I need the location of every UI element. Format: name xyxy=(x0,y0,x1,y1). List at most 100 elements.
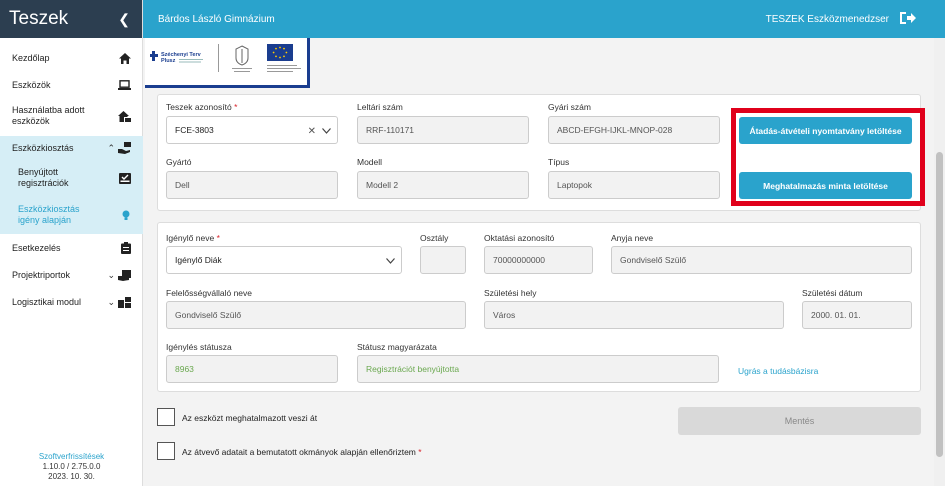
sidebar-footer: Szoftverfrissítések 1.10.0 / 2.75.0.0 20… xyxy=(0,452,143,482)
chevron-down-icon: ⌄ xyxy=(107,269,115,280)
birthdate-label: Születési dátum xyxy=(802,288,863,298)
inventory-number-value: RRF-110171 xyxy=(366,125,415,135)
save-button[interactable]: Mentés xyxy=(678,407,921,435)
status-description-label: Státusz magyarázata xyxy=(357,342,437,352)
manufacturer-label: Gyártó xyxy=(166,157,192,167)
logistics-icon xyxy=(117,296,131,308)
knowledge-base-link[interactable]: Ugrás a tudásbázisra xyxy=(738,366,818,376)
chevron-down-icon[interactable] xyxy=(386,256,395,267)
requester-name-label: Igénylő neve * xyxy=(166,233,220,243)
guardian-name-label: Felelősségvállaló neve xyxy=(166,288,252,298)
type-field: Laptopok xyxy=(548,171,720,199)
type-value: Laptopok xyxy=(557,180,592,190)
home-icon xyxy=(117,52,131,64)
inbox-check-icon xyxy=(117,172,131,184)
laptop-icon xyxy=(117,79,131,91)
request-status-label: Igénylés státusza xyxy=(166,342,232,352)
birthdate-value: 2000. 01. 01. xyxy=(811,310,861,320)
app-logo-title: Teszek xyxy=(9,8,69,29)
logout-icon[interactable] xyxy=(899,11,917,28)
serial-number-field: ABCD-EFGH-IJKL-MNOP-028 xyxy=(548,116,720,144)
sidebar-item-label: Benyújtott regisztrációk xyxy=(18,167,69,188)
requester-name-select[interactable]: Igénylő Diák xyxy=(166,246,402,274)
mother-name-value: Gondviselő Szülő xyxy=(620,255,687,265)
top-bar: Bárdos László Gimnázium TESZEK Eszközmen… xyxy=(143,0,945,38)
sidebar-item-home[interactable]: Kezdőlap xyxy=(0,49,143,67)
lightbulb-icon xyxy=(117,209,131,221)
device-id-select[interactable]: FCE-3803 ✕ xyxy=(166,116,338,144)
sidebar-item-label: Eszközök xyxy=(12,79,51,90)
class-field xyxy=(420,246,466,274)
sidebar-item-logistics[interactable]: Logisztikai modul ⌄ xyxy=(0,293,143,311)
guardian-name-value: Gondviselő Szülő xyxy=(175,310,242,320)
sidebar-header: Teszek ❮ xyxy=(0,0,142,38)
education-id-field: 70000000000 xyxy=(484,246,593,274)
clipboard-icon xyxy=(117,242,131,254)
mother-name-field: Gondviselő Szülő xyxy=(611,246,912,274)
sidebar-item-label: Eszközkiosztás igény alapján xyxy=(18,204,80,225)
birthplace-field: Város xyxy=(484,301,784,329)
sidebar-item-label: Projektriportok xyxy=(12,269,71,280)
manufacturer-field: Dell xyxy=(166,171,338,199)
class-label: Osztály xyxy=(420,233,449,243)
app-title: TESZEK Eszközmenedzser xyxy=(765,13,889,25)
serial-number-label: Gyári szám xyxy=(548,102,591,112)
sidebar-item-case-handling[interactable]: Esetkezelés xyxy=(0,239,143,257)
szechenyi-logo-text-2: Plusz xyxy=(161,58,176,64)
clear-icon[interactable]: ✕ xyxy=(308,126,316,137)
birthplace-value: Város xyxy=(493,310,516,320)
serial-number-value: ABCD-EFGH-IJKL-MNOP-028 xyxy=(557,125,673,135)
sidebar-item-devices-in-use[interactable]: Használatba adott eszközök xyxy=(0,104,143,128)
request-status-value: 8963 xyxy=(175,364,194,374)
device-id-value: FCE-3803 xyxy=(175,125,214,135)
version-text: 1.10.0 / 2.75.0.0 xyxy=(42,462,101,471)
sidebar-item-devices[interactable]: Eszközök xyxy=(0,76,143,94)
documents-verified-label: Az átvevő adatait a bemutatott okmányok … xyxy=(182,447,422,457)
sidebar-item-submitted-registrations[interactable]: Benyújtott regisztrációk xyxy=(0,160,143,196)
sidebar-item-label: Logisztikai modul xyxy=(12,296,82,307)
inventory-number-field: RRF-110171 xyxy=(357,116,529,144)
sidebar-item-device-allocation[interactable]: Eszközkiosztás ⌃ xyxy=(0,136,143,160)
szechenyi-logo: Széchenyi Terv Plusz xyxy=(150,48,210,70)
logo-divider xyxy=(218,44,219,72)
funding-logos: Széchenyi Terv Plusz xyxy=(145,38,310,88)
sidebar-item-label: Esetkezelés xyxy=(12,242,61,253)
guardian-name-field: Gondviselő Szülő xyxy=(166,301,466,329)
education-id-value: 70000000000 xyxy=(493,255,546,265)
status-description-value: Regisztrációt benyújtotta xyxy=(366,364,460,374)
status-description-field: Regisztrációt benyújtotta xyxy=(357,355,719,383)
sidebar-item-label: Eszközkiosztás xyxy=(12,142,74,153)
type-label: Típus xyxy=(548,157,570,167)
report-icon xyxy=(117,269,131,281)
requester-name-value: Igénylő Diák xyxy=(175,255,222,265)
device-id-label: Teszek azonosító * xyxy=(166,102,238,112)
eu-flag-logo xyxy=(267,44,303,74)
model-value: Modell 2 xyxy=(366,180,399,190)
documents-verified-checkbox[interactable] xyxy=(157,442,175,460)
home-device-icon xyxy=(117,110,131,122)
scrollbar-thumb[interactable] xyxy=(936,152,943,457)
proxy-receives-checkbox[interactable] xyxy=(157,408,175,426)
request-status-field: 8963 xyxy=(166,355,338,383)
hungarian-government-logo xyxy=(227,44,257,74)
birthplace-label: Születési hely xyxy=(484,288,537,298)
chevron-down-icon[interactable] xyxy=(322,126,331,137)
hand-device-icon xyxy=(117,142,131,154)
collapse-chevron-icon[interactable]: ❮ xyxy=(118,11,130,28)
birthdate-field: 2000. 01. 01. xyxy=(802,301,912,329)
software-updates-link[interactable]: Szoftverfrissítések xyxy=(39,452,104,461)
sidebar-item-allocation-by-request[interactable]: Eszközkiosztás igény alapján xyxy=(0,196,143,234)
sidebar-item-label: Kezdőlap xyxy=(12,52,50,63)
model-label: Modell xyxy=(357,157,383,167)
proxy-receives-label: Az eszközt meghatalmazott veszi át xyxy=(182,413,318,423)
chevron-down-icon: ⌄ xyxy=(107,296,115,307)
education-id-label: Oktatási azonosító xyxy=(484,233,555,243)
chevron-up-icon: ⌃ xyxy=(107,142,115,153)
mother-name-label: Anyja neve xyxy=(611,233,654,243)
sidebar-item-label: Használatba adott eszközök xyxy=(12,105,85,126)
model-field: Modell 2 xyxy=(357,171,529,199)
release-date-text: 2023. 10. 30. xyxy=(48,472,95,481)
sidebar: Teszek ❮ Kezdőlap Eszközök Használatba a… xyxy=(0,0,143,486)
highlight-frame xyxy=(731,108,925,206)
sidebar-item-project-reports[interactable]: Projektriportok ⌄ xyxy=(0,266,143,284)
